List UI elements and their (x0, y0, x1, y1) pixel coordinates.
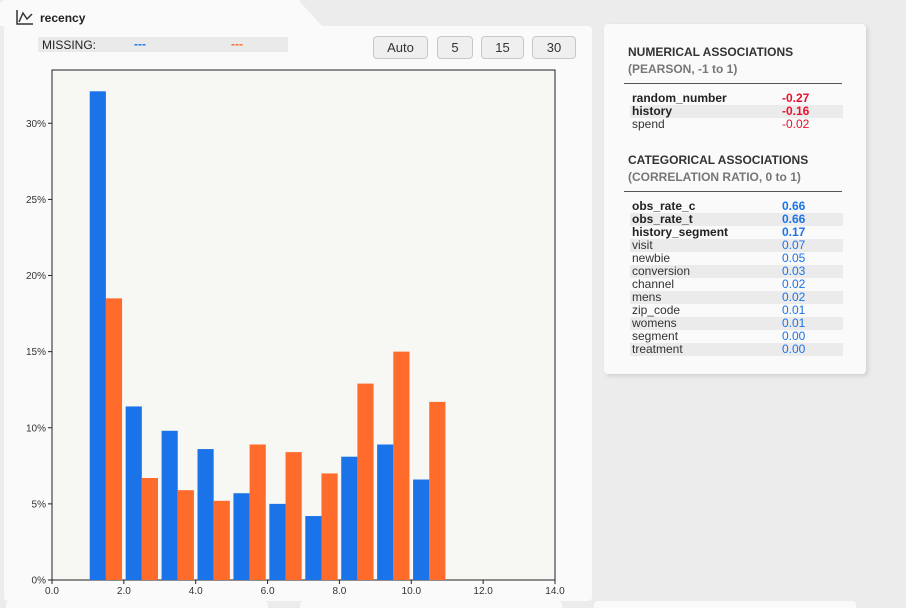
next-card-1 (6, 601, 268, 608)
missing-label: MISSING: (42, 38, 97, 52)
x-tick-label: 4.0 (189, 586, 203, 597)
association-name: spend (632, 117, 665, 131)
x-tick-label: 2.0 (117, 586, 131, 597)
y-tick-label: 5% (32, 499, 47, 510)
numerical-associations-subtitle: (PEARSON, -1 to 1) (628, 62, 738, 76)
bins-5-button[interactable]: 5 (437, 36, 473, 59)
bar-series-2 (285, 452, 302, 580)
bar-series-1 (413, 479, 430, 580)
x-tick-label: 6.0 (261, 586, 275, 597)
x-tick-label: 0.0 (45, 586, 59, 597)
bar-series-1 (233, 493, 250, 580)
bar-series-2 (177, 490, 194, 580)
feature-title: recency (40, 11, 86, 25)
y-tick-label: 0% (32, 576, 47, 587)
bar-series-1 (305, 516, 322, 580)
y-tick-label: 30% (26, 119, 46, 130)
categorical-row-treatment: treatment 0.00 (630, 343, 843, 356)
bar-series-1 (89, 91, 106, 581)
y-tick-label: 15% (26, 347, 46, 358)
bar-series-2 (141, 478, 158, 580)
x-tick-label: 10.0 (402, 586, 422, 597)
numerical-row-spend: spend -0.02 (630, 118, 843, 131)
bar-series-2 (249, 444, 266, 580)
y-tick-label: 20% (26, 271, 46, 282)
missing-value-series-b: --- (231, 37, 243, 51)
association-value: 0.00 (782, 342, 806, 356)
line-chart-icon (16, 10, 33, 25)
next-card-2 (300, 601, 562, 608)
feature-tab-edge (282, 0, 322, 26)
association-name: treatment (632, 342, 683, 356)
categorical-associations-subtitle: (CORRELATION RATIO, 0 to 1) (628, 170, 801, 184)
bar-series-1 (125, 406, 142, 580)
categorical-row-history-segment: history_segment 0.17 (630, 226, 843, 239)
missing-summary: MISSING: --- --- (38, 37, 288, 52)
bar-series-2 (213, 500, 230, 580)
bins-15-button[interactable]: 15 (481, 36, 524, 59)
numerical-divider (624, 83, 842, 84)
bar-series-2 (357, 383, 374, 580)
x-tick-label: 8.0 (332, 586, 346, 597)
x-tick-label: 12.0 (473, 586, 493, 597)
numerical-associations-title: NUMERICAL ASSOCIATIONS (628, 45, 794, 59)
missing-value-series-a: --- (134, 37, 146, 51)
y-tick-label: 25% (26, 195, 46, 206)
bar-series-2 (429, 401, 446, 580)
numerical-associations-list: random_number -0.27 history -0.16 spend -0.02 (630, 92, 843, 131)
bar-series-1 (161, 430, 178, 580)
bar-series-1 (377, 444, 394, 580)
bar-series-2 (105, 298, 123, 580)
histogram-chart: 0.0 2.0 4.0 6.0 8.0 10.0 12.0 14.0 0% 5% 10% 15% 20%… (26, 69, 565, 597)
associations-card: NUMERICAL ASSOCIATIONS (PEARSON, -1 to 1… (604, 24, 866, 374)
x-tick-label: 14.0 (545, 586, 565, 597)
categorical-associations-list: obs_rate_c 0.66 obs_rate_t 0.66 history_segm… (630, 200, 843, 356)
y-tick-label: 10% (26, 423, 46, 434)
bins-auto-button[interactable]: Auto (373, 36, 428, 59)
association-value: -0.02 (782, 117, 810, 131)
bins-30-button[interactable]: 30 (532, 36, 576, 59)
bar-series-1 (197, 449, 214, 580)
next-card-3 (594, 601, 856, 608)
categorical-associations-title: CATEGORICAL ASSOCIATIONS (628, 153, 809, 167)
categorical-divider (624, 191, 842, 192)
bar-series-2 (321, 473, 338, 580)
bar-series-1 (269, 503, 286, 580)
bar-series-1 (341, 456, 358, 580)
categorical-row-channel: channel 0.02 (630, 278, 843, 291)
bar-series-2 (393, 351, 410, 580)
